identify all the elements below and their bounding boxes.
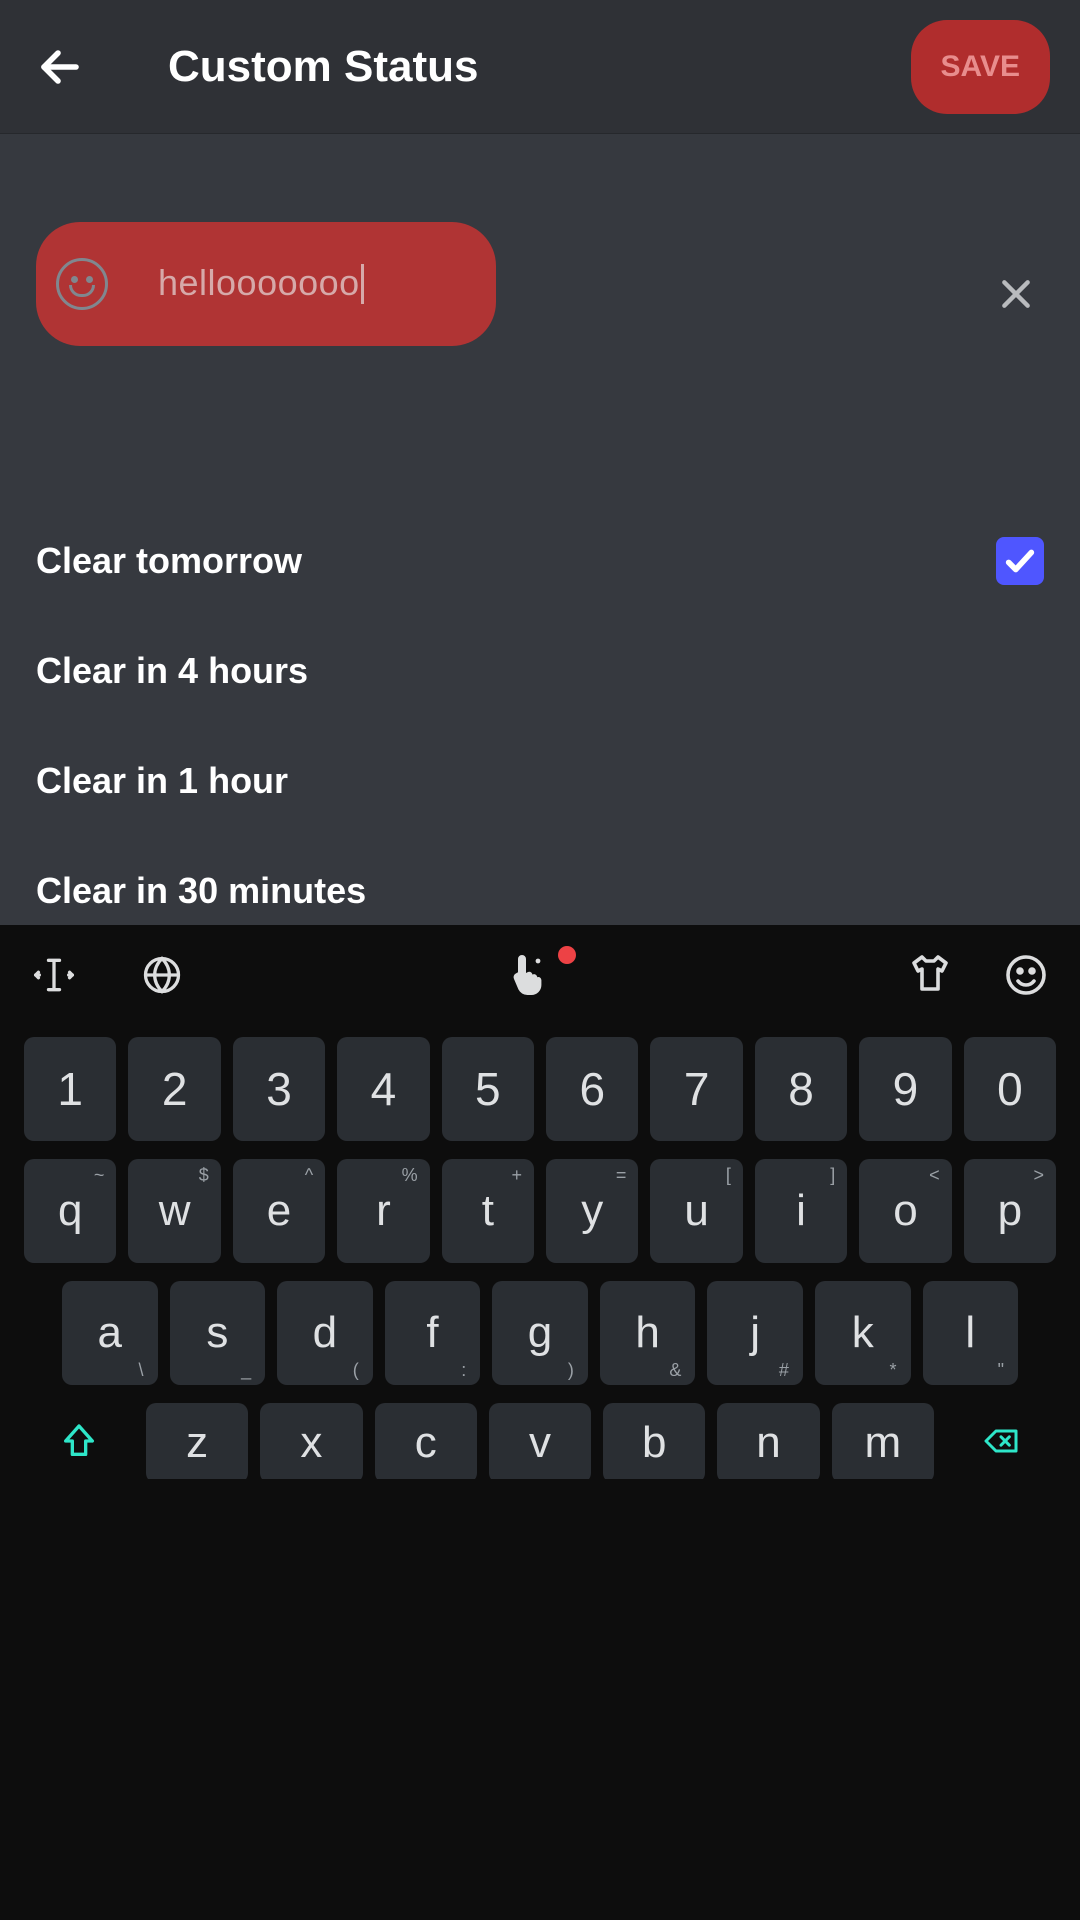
row-letters-1: ~q $w ^e %r +t =y [u ]i <o >p xyxy=(24,1159,1056,1263)
key-t[interactable]: +t xyxy=(442,1159,534,1263)
smiley-icon xyxy=(1002,951,1050,999)
backspace-icon xyxy=(977,1421,1025,1461)
key-c[interactable]: c xyxy=(375,1403,477,1479)
key-6[interactable]: 6 xyxy=(546,1037,638,1141)
emoji-picker-icon[interactable] xyxy=(56,258,108,310)
key-i[interactable]: ]i xyxy=(755,1159,847,1263)
shift-icon xyxy=(59,1421,99,1461)
key-s[interactable]: s_ xyxy=(170,1281,266,1385)
text-cursor xyxy=(361,264,364,304)
key-j[interactable]: j# xyxy=(707,1281,803,1385)
key-2[interactable]: 2 xyxy=(128,1037,220,1141)
key-d[interactable]: d( xyxy=(277,1281,373,1385)
back-button[interactable] xyxy=(30,37,90,97)
text-cursor-icon xyxy=(32,953,76,997)
shift-key[interactable] xyxy=(24,1403,134,1479)
page-title: Custom Status xyxy=(168,42,478,92)
key-l[interactable]: l" xyxy=(923,1281,1019,1385)
emoji-keyboard-button[interactable] xyxy=(998,947,1054,1003)
key-m[interactable]: m xyxy=(832,1403,934,1479)
option-label: Clear in 4 hours xyxy=(36,650,1044,692)
language-button[interactable] xyxy=(134,947,190,1003)
shirt-icon xyxy=(906,951,954,999)
clear-status-button[interactable] xyxy=(996,274,1036,314)
cursor-mode-button[interactable] xyxy=(26,947,82,1003)
option-clear-4-hours[interactable]: Clear in 4 hours xyxy=(36,616,1044,726)
key-f[interactable]: f: xyxy=(385,1281,481,1385)
key-h[interactable]: h& xyxy=(600,1281,696,1385)
status-input-pill[interactable]: hellooooooo xyxy=(36,222,496,346)
status-row: hellooooooo xyxy=(36,134,1044,346)
row-letters-2: a\ s_ d( f: g) h& j# k* l" xyxy=(24,1281,1056,1385)
key-v[interactable]: v xyxy=(489,1403,591,1479)
key-3[interactable]: 3 xyxy=(233,1037,325,1141)
key-o[interactable]: <o xyxy=(859,1159,951,1263)
virtual-keyboard: 1 2 3 4 5 6 7 8 9 0 ~q $w ^e %r +t =y [u… xyxy=(0,925,1080,1920)
key-q[interactable]: ~q xyxy=(24,1159,116,1263)
key-k[interactable]: k* xyxy=(815,1281,911,1385)
voice-input-button[interactable] xyxy=(500,947,556,1003)
recording-indicator xyxy=(558,946,576,964)
key-7[interactable]: 7 xyxy=(650,1037,742,1141)
row-numbers: 1 2 3 4 5 6 7 8 9 0 xyxy=(24,1037,1056,1141)
key-p[interactable]: >p xyxy=(964,1159,1056,1263)
content-area: hellooooooo Clear tomorrow Clear in 4 ho… xyxy=(0,134,1080,925)
status-text-input[interactable]: hellooooooo xyxy=(158,262,364,305)
key-b[interactable]: b xyxy=(603,1403,705,1479)
option-label: Clear in 30 minutes xyxy=(36,870,1044,912)
row-letters-3: z x c v b n m xyxy=(24,1403,1056,1479)
key-0[interactable]: 0 xyxy=(964,1037,1056,1141)
close-icon xyxy=(996,274,1036,314)
arrow-left-icon xyxy=(36,43,84,91)
key-9[interactable]: 9 xyxy=(859,1037,951,1141)
key-r[interactable]: %r xyxy=(337,1159,429,1263)
option-selected-check xyxy=(996,537,1044,585)
status-text-value: hellooooooo xyxy=(158,262,360,303)
clear-options-list: Clear tomorrow Clear in 4 hours Clear in… xyxy=(36,506,1044,994)
key-5[interactable]: 5 xyxy=(442,1037,534,1141)
key-8[interactable]: 8 xyxy=(755,1037,847,1141)
key-x[interactable]: x xyxy=(260,1403,362,1479)
key-a[interactable]: a\ xyxy=(62,1281,158,1385)
backspace-key[interactable] xyxy=(946,1403,1056,1479)
key-g[interactable]: g) xyxy=(492,1281,588,1385)
option-clear-1-hour[interactable]: Clear in 1 hour xyxy=(36,726,1044,836)
option-label: Clear tomorrow xyxy=(36,540,996,582)
key-e[interactable]: ^e xyxy=(233,1159,325,1263)
option-clear-tomorrow[interactable]: Clear tomorrow xyxy=(36,506,1044,616)
key-1[interactable]: 1 xyxy=(24,1037,116,1141)
key-4[interactable]: 4 xyxy=(337,1037,429,1141)
check-icon xyxy=(1003,544,1037,578)
save-button[interactable]: SAVE xyxy=(911,20,1050,114)
key-z[interactable]: z xyxy=(146,1403,248,1479)
key-y[interactable]: =y xyxy=(546,1159,638,1263)
option-label: Clear in 1 hour xyxy=(36,760,1044,802)
key-n[interactable]: n xyxy=(717,1403,819,1479)
key-rows: 1 2 3 4 5 6 7 8 9 0 ~q $w ^e %r +t =y [u… xyxy=(0,1025,1080,1479)
key-u[interactable]: [u xyxy=(650,1159,742,1263)
key-w[interactable]: $w xyxy=(128,1159,220,1263)
globe-icon xyxy=(140,953,184,997)
theme-button[interactable] xyxy=(902,947,958,1003)
touch-icon xyxy=(504,951,552,999)
keyboard-toolbar xyxy=(0,925,1080,1025)
header: Custom Status SAVE xyxy=(0,0,1080,134)
